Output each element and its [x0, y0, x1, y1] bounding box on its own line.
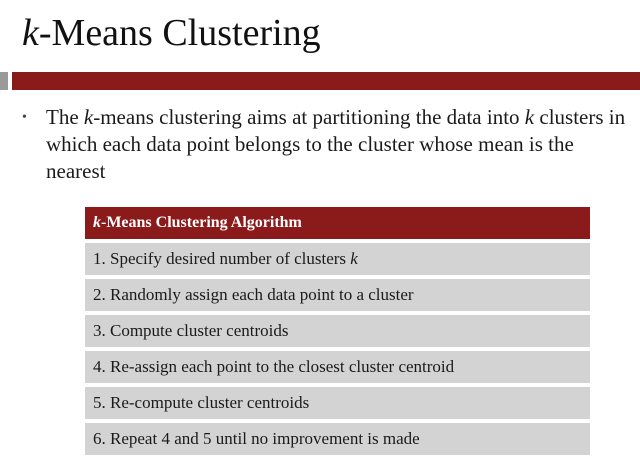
algorithm-step-row: 5. Re-compute cluster centroids	[85, 387, 590, 419]
step-text: 5. Re-compute cluster centroids	[93, 393, 310, 412]
header-italic-k: k	[93, 214, 101, 231]
slide-title: k-Means Clustering	[22, 8, 321, 58]
bullet-dot-icon: •	[22, 110, 27, 125]
bullet-text: The k-means clustering aims at partition…	[46, 104, 634, 185]
title-italic-k: k	[22, 12, 39, 54]
step-text: 6. Repeat 4 and 5 until no improvement i…	[93, 429, 420, 448]
bullet-text-italic: k	[83, 105, 94, 129]
step-italic: k	[350, 249, 358, 268]
algorithm-step-row: 1. Specify desired number of clusters k	[85, 243, 590, 275]
bullet-text-italic: k	[524, 105, 535, 129]
divider-red-bar	[12, 72, 640, 90]
algorithm-step-row: 6. Repeat 4 and 5 until no improvement i…	[85, 423, 590, 455]
divider-gray-block	[0, 72, 8, 90]
title-text: -Means Clustering	[38, 12, 321, 54]
step-text: 1. Specify desired number of clusters	[93, 249, 351, 268]
algorithm-table: k-Means Clustering Algorithm 1. Specify …	[85, 207, 590, 455]
bullet-point: • The k-means clustering aims at partiti…	[22, 104, 634, 185]
step-text: 4. Re-assign each point to the closest c…	[93, 357, 455, 376]
algorithm-step-row: 2. Randomly assign each data point to a …	[85, 279, 590, 311]
algorithm-step-row: 3. Compute cluster centroids	[85, 315, 590, 347]
step-text: 3. Compute cluster centroids	[93, 321, 289, 340]
header-text: -Means Clustering Algorithm	[101, 214, 302, 231]
bullet-text-part: The	[46, 105, 84, 129]
title-divider	[0, 72, 640, 90]
algorithm-step-row: 4. Re-assign each point to the closest c…	[85, 351, 590, 383]
algorithm-table-header: k-Means Clustering Algorithm	[85, 207, 590, 239]
bullet-text-part: -means clustering aims at partitioning t…	[93, 105, 525, 129]
step-text: 2. Randomly assign each data point to a …	[93, 285, 414, 304]
